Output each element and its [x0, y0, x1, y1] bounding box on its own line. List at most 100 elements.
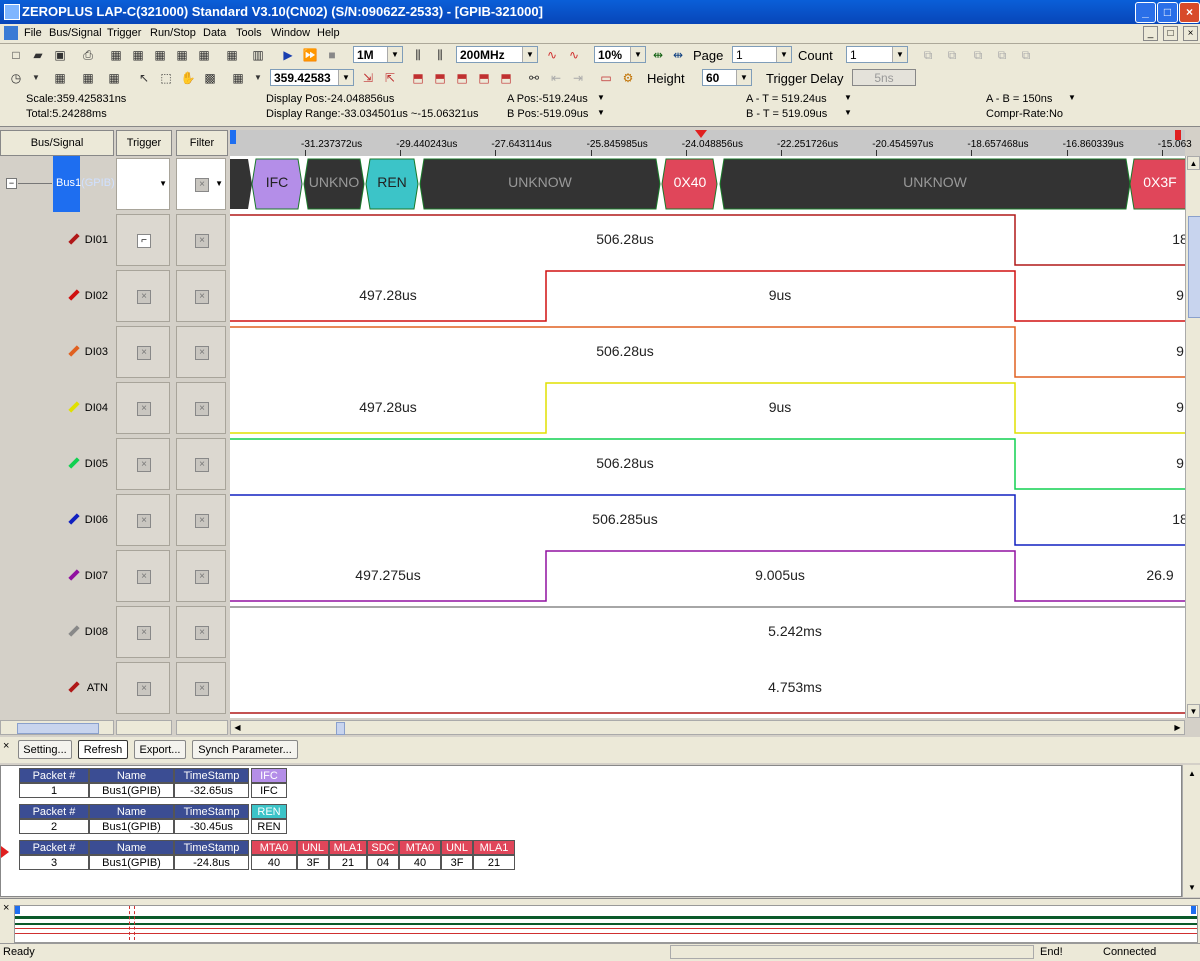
packet-list[interactable]: Packet # Name TimeStamp 1 Bus1(GPIB) -32.65us… [0, 765, 1182, 897]
waveform-area[interactable]: IFC UNKNO REN UNKNOW 0X40 UNKNOW 0X3F 506.28us 1… [230, 156, 1185, 718]
overview-cursor-a[interactable] [15, 906, 20, 914]
filter-header[interactable]: Filter [176, 130, 228, 156]
menu-bus-signal[interactable]: Bus/Signal [49, 27, 102, 39]
signal-row[interactable]: DI06 [0, 492, 114, 548]
maximize-button[interactable]: □ [1157, 2, 1178, 23]
memory-depth-select[interactable]: 1M ▼ [353, 46, 403, 63]
signal-trigger-cell[interactable]: × [116, 382, 170, 434]
chevron-down-icon[interactable]: ▼ [844, 108, 852, 117]
bus-filter-select[interactable]: × ▼ [176, 158, 226, 210]
scroll-right-icon[interactable]: ▶ [1171, 721, 1184, 734]
scroll-left-icon[interactable]: ◀ [231, 721, 244, 734]
scroll-down-icon[interactable]: ▼ [1187, 704, 1200, 718]
close-icon[interactable]: × [3, 740, 9, 752]
menu-trigger[interactable]: Trigger [107, 27, 141, 39]
packet-value-cell[interactable]: -30.45us [174, 819, 249, 834]
signal-row[interactable]: DI05 [0, 436, 114, 492]
mdi-minimize-button[interactable]: _ [1143, 26, 1158, 41]
signal-trigger-cell[interactable]: × [116, 270, 170, 322]
waveform-hscrollbar[interactable]: ◀ ▶ [230, 720, 1185, 735]
menu-data[interactable]: Data [203, 27, 226, 39]
scroll-up-icon[interactable]: ▲ [1187, 156, 1200, 170]
chevron-down-icon[interactable]: ▼ [250, 70, 266, 86]
setting-button[interactable]: Setting... [18, 740, 72, 759]
toolbar-tool-icon[interactable]: ⬚ [158, 70, 174, 86]
close-icon[interactable]: × [3, 902, 9, 914]
packet-field-value[interactable]: 3F [441, 855, 473, 870]
open-folder-icon[interactable]: ▰ [30, 47, 46, 63]
toolbar-tool-icon[interactable]: ⧉ [994, 47, 1010, 63]
toolbar-tool-icon[interactable]: ▦ [130, 47, 146, 63]
menu-window[interactable]: Window [271, 27, 310, 39]
scroll-thumb[interactable] [336, 722, 345, 735]
signal-row[interactable]: ATN [0, 660, 114, 716]
export-button[interactable]: Export... [134, 740, 186, 759]
bus-trigger-select[interactable]: ▼ [116, 158, 170, 210]
signal-filter-cell[interactable]: × [176, 662, 226, 714]
signal-filter-cell[interactable]: × [176, 606, 226, 658]
signal-row[interactable]: DI03 [0, 324, 114, 380]
signal-trigger-cell[interactable]: ⌐ [116, 214, 170, 266]
signal-trigger-cell[interactable]: × [116, 438, 170, 490]
hand-icon[interactable]: ✋ [180, 70, 196, 86]
packet-value-cell[interactable]: Bus1(GPIB) [89, 855, 174, 870]
refresh-button[interactable]: Refresh [78, 740, 128, 759]
packet-value-cell[interactable]: 2 [19, 819, 89, 834]
trigger-position-select[interactable]: 10% ▼ [594, 46, 646, 63]
height-select[interactable]: 60 ▼ [702, 69, 752, 86]
trigger-marker[interactable] [695, 130, 707, 138]
signal-filter-cell[interactable]: × [176, 326, 226, 378]
clock-wave-icon[interactable]: ∿ [566, 47, 582, 63]
overview-track[interactable] [14, 905, 1198, 943]
signal-trigger-cell[interactable]: × [116, 494, 170, 546]
toolbar-tool-icon[interactable]: ⫼ [432, 47, 448, 63]
scroll-thumb[interactable] [17, 723, 99, 734]
minimize-button[interactable]: _ [1135, 2, 1156, 23]
scroll-up-icon[interactable]: ▲ [1185, 767, 1199, 781]
toolbar-tool-icon[interactable]: ⧉ [920, 47, 936, 63]
toolbar-tool-icon[interactable]: ⧉ [1018, 47, 1034, 63]
overview-cursor-b[interactable] [1191, 906, 1196, 914]
toolbar-tool-icon[interactable]: ▦ [80, 70, 96, 86]
menu-file[interactable]: File [24, 27, 42, 39]
toolbar-tool-icon[interactable]: ⇥ [570, 70, 586, 86]
toolbar-tool-icon[interactable]: ⬒ [432, 70, 448, 86]
overview-panel[interactable]: × [0, 898, 1200, 943]
trigger-hscrollbar[interactable] [116, 720, 172, 735]
packet-field-value[interactable]: 3F [297, 855, 329, 870]
packet-vscrollbar[interactable]: ▲ ▼ [1182, 765, 1200, 897]
signal-trigger-cell[interactable]: × [116, 606, 170, 658]
signal-trigger-cell[interactable]: × [116, 550, 170, 602]
packet-field-value[interactable]: REN [251, 819, 287, 834]
toolbar-tool-icon[interactable]: ▦ [152, 47, 168, 63]
packet-field-value[interactable]: 21 [473, 855, 515, 870]
zoom-value-select[interactable]: 359.42583 ▼ [270, 69, 354, 86]
stop-icon[interactable]: ■ [324, 47, 340, 63]
chevron-down-icon[interactable]: ▼ [844, 93, 852, 102]
packet-field-value[interactable]: 21 [329, 855, 367, 870]
toolbar-tool-icon[interactable]: ⧉ [944, 47, 960, 63]
doc-icon[interactable] [4, 26, 18, 40]
packet-field-value[interactable]: 04 [367, 855, 399, 870]
menu-help[interactable]: Help [317, 27, 340, 39]
menu-run-stop[interactable]: Run/Stop [150, 27, 196, 39]
signal-row[interactable]: DI04 [0, 380, 114, 436]
run-icon[interactable]: ▶ [280, 47, 296, 63]
trigger-header[interactable]: Trigger [116, 130, 172, 156]
toolbar-tool-icon[interactable]: ⬒ [410, 70, 426, 86]
save-icon[interactable]: ▣ [52, 47, 68, 63]
signal-filter-cell[interactable]: × [176, 270, 226, 322]
packet-value-cell[interactable]: 1 [19, 783, 89, 798]
chevron-down-icon[interactable]: ▼ [1068, 93, 1076, 102]
signal-trigger-cell[interactable]: × [116, 662, 170, 714]
mdi-restore-button[interactable]: □ [1163, 26, 1178, 41]
packet-value-cell[interactable]: -24.8us [174, 855, 249, 870]
toolbar-tool-icon[interactable]: ⚙ [620, 70, 636, 86]
new-file-icon[interactable]: □ [8, 47, 24, 63]
chevron-down-icon[interactable]: ▼ [28, 70, 44, 86]
scroll-down-icon[interactable]: ▼ [1185, 881, 1199, 895]
signal-filter-cell[interactable]: × [176, 382, 226, 434]
toolbar-tool-icon[interactable]: ⇲ [360, 70, 376, 86]
toolbar-tool-icon[interactable]: ▦ [224, 47, 240, 63]
time-ruler[interactable]: -31.237372us -29.440243us -27.643114us -25.… [230, 130, 1192, 157]
